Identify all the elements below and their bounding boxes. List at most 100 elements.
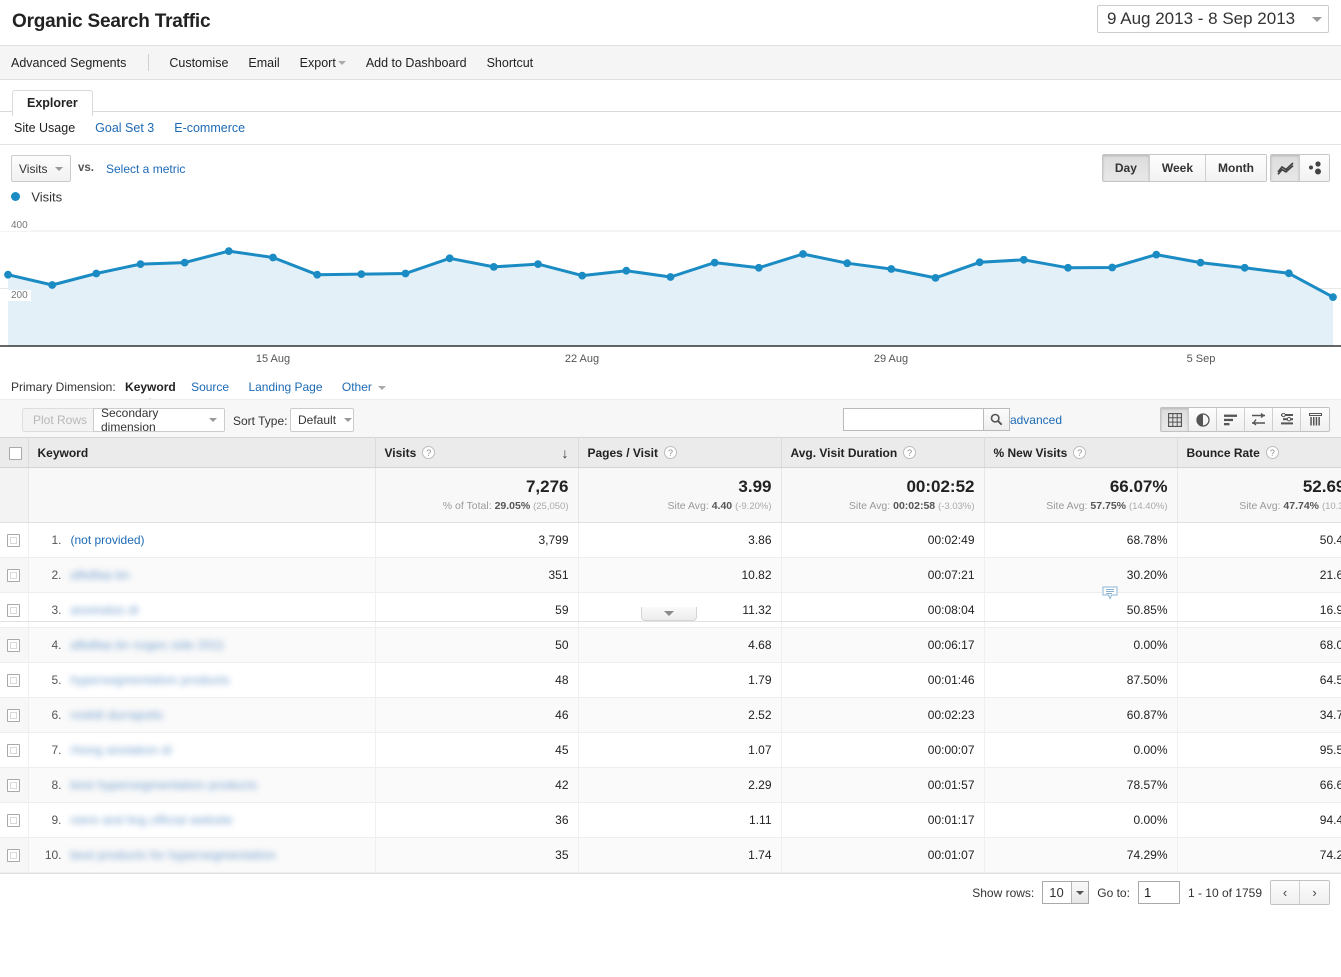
email-button[interactable]: Email: [238, 56, 289, 70]
help-icon[interactable]: ?: [1073, 446, 1087, 459]
column-header-pages-per-visit[interactable]: Pages / Visit ?: [578, 437, 782, 468]
keyword-link[interactable]: roskilt durrapolis: [71, 708, 164, 722]
chart-point[interactable]: [445, 254, 454, 263]
chart-point[interactable]: [489, 263, 498, 271]
chart-point[interactable]: [92, 269, 101, 278]
add-to-dashboard-button[interactable]: Add to Dashboard: [356, 56, 477, 70]
column-header-visits[interactable]: Visits ? ↓: [375, 437, 579, 468]
search-button[interactable]: [983, 408, 1010, 431]
secondary-dimension-selector[interactable]: Secondary dimension: [93, 406, 225, 434]
select-a-metric-link[interactable]: Select a metric: [106, 162, 185, 176]
subtab-goal-set-3[interactable]: Goal Set 3: [95, 121, 154, 135]
pie-chart-view-icon[interactable]: [1189, 408, 1217, 431]
motion-chart-button[interactable]: [1300, 155, 1329, 181]
chart-point[interactable]: [1019, 255, 1028, 264]
select-all-checkbox[interactable]: [9, 446, 22, 460]
granularity-month-button[interactable]: Month: [1206, 155, 1266, 181]
goto-page-input[interactable]: [1137, 881, 1180, 904]
keyword-link[interactable]: hypersegmentation products: [71, 673, 230, 687]
help-icon[interactable]: ?: [1265, 446, 1279, 459]
tab-explorer[interactable]: Explorer: [12, 90, 93, 116]
chart-point[interactable]: [357, 270, 366, 278]
chart-point[interactable]: [666, 273, 675, 281]
column-header-avg-visit-duration[interactable]: Avg. Visit Duration ?: [781, 437, 985, 468]
chart-point[interactable]: [578, 271, 587, 280]
chart-point[interactable]: [754, 263, 763, 272]
shortcut-button[interactable]: Shortcut: [477, 56, 544, 70]
plot-rows-button[interactable]: Plot Rows: [22, 408, 99, 432]
date-range-selector[interactable]: 9 Aug 2013 - 8 Sep 2013: [1097, 5, 1329, 33]
column-header-new-visits[interactable]: % New Visits ?: [984, 437, 1178, 468]
chart-point[interactable]: [799, 250, 807, 258]
export-button[interactable]: Export: [290, 56, 356, 70]
row-checkbox[interactable]: [7, 779, 21, 793]
metric-selector[interactable]: Visits: [11, 155, 71, 182]
keyword-link[interactable]: (not provided): [71, 533, 145, 547]
row-checkbox[interactable]: [7, 569, 21, 583]
primary-dimension-keyword[interactable]: Keyword: [125, 380, 176, 394]
advanced-segments-button[interactable]: Advanced Segments: [11, 56, 136, 70]
pivot-view-icon[interactable]: [1273, 408, 1301, 431]
chart-point[interactable]: [136, 260, 145, 268]
chart-point[interactable]: [1329, 293, 1337, 301]
advanced-search-link[interactable]: advanced: [1010, 413, 1062, 427]
chart-point[interactable]: [1240, 263, 1249, 272]
primary-dimension-other[interactable]: Other: [342, 380, 372, 394]
row-checkbox[interactable]: [7, 534, 21, 548]
previous-page-button[interactable]: ‹: [1271, 881, 1300, 904]
chart-point[interactable]: [180, 258, 189, 267]
sort-type-selector[interactable]: Default: [290, 408, 354, 432]
row-checkbox[interactable]: [7, 674, 21, 688]
visits-chart[interactable]: 400 200 15 Aug 22 Aug 29 Aug 5 Sep: [0, 213, 1341, 622]
chart-point[interactable]: [931, 274, 940, 282]
chart-point[interactable]: [887, 265, 896, 273]
row-checkbox[interactable]: [7, 814, 21, 828]
chart-point[interactable]: [1284, 269, 1293, 278]
primary-dimension-landing-page[interactable]: Landing Page: [248, 380, 322, 394]
show-rows-select[interactable]: 10: [1042, 881, 1090, 904]
row-checkbox[interactable]: [7, 639, 21, 653]
subtab-site-usage[interactable]: Site Usage: [14, 121, 75, 135]
chart-expander-button[interactable]: [641, 607, 697, 621]
chart-point[interactable]: [975, 258, 984, 267]
chart-point[interactable]: [48, 281, 57, 289]
bar-chart-view-icon[interactable]: [1217, 408, 1245, 431]
chart-point[interactable]: [843, 259, 852, 268]
chart-point[interactable]: [1152, 250, 1161, 259]
next-page-button[interactable]: ›: [1300, 881, 1329, 904]
chart-point[interactable]: [534, 260, 542, 268]
column-header-bounce-rate[interactable]: Bounce Rate ?: [1177, 437, 1341, 468]
chart-point[interactable]: [401, 269, 410, 278]
performance-view-icon[interactable]: [1301, 408, 1329, 431]
chart-point[interactable]: [1064, 263, 1072, 272]
row-checkbox[interactable]: [7, 849, 21, 863]
keyword-link[interactable]: afkdfaa bn noges side 2011: [71, 638, 225, 652]
chart-canvas[interactable]: [0, 213, 1341, 353]
chart-point[interactable]: [1196, 258, 1205, 267]
line-chart-button[interactable]: [1271, 155, 1300, 181]
keyword-link[interactable]: best products for hypersegmentation: [71, 848, 276, 862]
search-input[interactable]: [843, 408, 983, 431]
granularity-day-button[interactable]: Day: [1102, 155, 1150, 181]
chart-point[interactable]: [622, 266, 631, 275]
help-icon[interactable]: ?: [422, 446, 436, 459]
chart-point[interactable]: [224, 247, 233, 255]
granularity-week-button[interactable]: Week: [1149, 155, 1207, 181]
keyword-link[interactable]: afkdfaa bn: [71, 568, 130, 582]
row-checkbox[interactable]: [7, 604, 21, 618]
column-header-keyword[interactable]: Keyword: [28, 437, 376, 468]
customise-button[interactable]: Customise: [159, 56, 238, 70]
table-view-icon[interactable]: [1161, 408, 1189, 431]
help-icon[interactable]: ?: [663, 446, 677, 459]
keyword-link[interactable]: niere and ling official website: [71, 813, 234, 827]
chart-point[interactable]: [313, 270, 322, 279]
help-icon[interactable]: ?: [903, 446, 917, 459]
keyword-link[interactable]: anomalos di: [71, 603, 139, 617]
keyword-link[interactable]: best hypersegmentation products: [71, 778, 258, 792]
primary-dimension-source[interactable]: Source: [191, 380, 229, 394]
chart-point[interactable]: [710, 258, 719, 267]
chart-point[interactable]: [269, 253, 277, 262]
row-checkbox[interactable]: [7, 744, 21, 758]
chart-point[interactable]: [4, 270, 12, 279]
annotation-marker-icon[interactable]: [1102, 586, 1118, 600]
